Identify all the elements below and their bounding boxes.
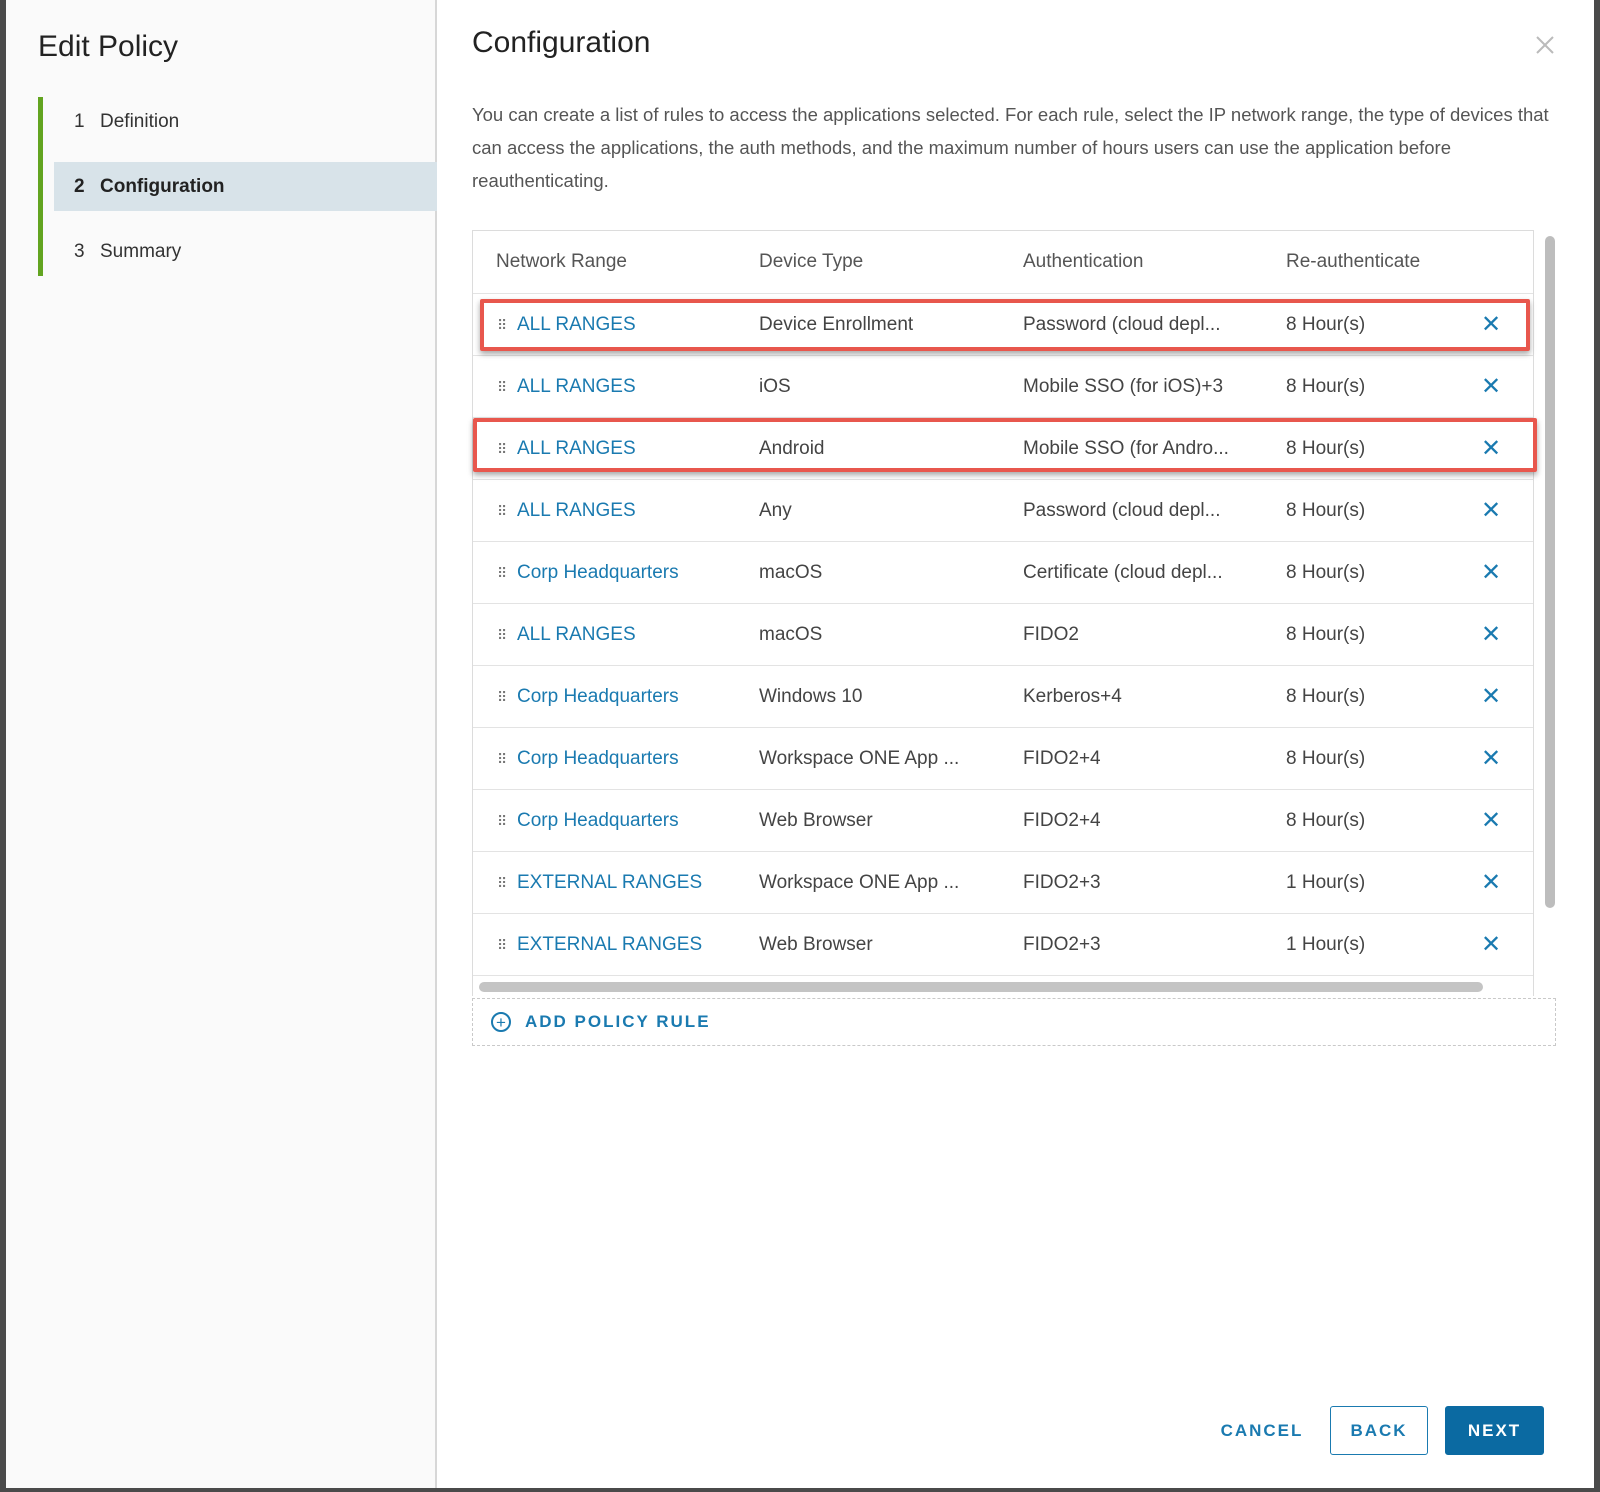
wizard-steps: 1 Definition 2 Configuration 3 Summary	[38, 97, 437, 276]
reauthenticate-cell: 8 Hour(s)	[1286, 624, 1366, 645]
network-range-link[interactable]: ALL RANGES	[517, 356, 636, 418]
next-button[interactable]: NEXT	[1445, 1406, 1544, 1455]
device-type-cell: Windows 10	[759, 686, 863, 707]
device-type-cell: macOS	[759, 624, 823, 645]
table-row: ⠿ Corp Headquarters Web Browser FIDO2+4 8 Ho…	[473, 790, 1533, 852]
drag-handle-icon[interactable]: ⠿	[497, 480, 507, 542]
step-number: 2	[74, 175, 85, 197]
drag-handle-icon[interactable]: ⠿	[497, 666, 507, 728]
header-device-type: Device Type	[759, 251, 864, 272]
authentication-cell: Password (cloud depl...	[1023, 500, 1221, 521]
table-header: Network Range Device Type Authentication…	[473, 231, 1533, 294]
reauthenticate-cell: 8 Hour(s)	[1286, 748, 1366, 769]
page-title: Configuration	[472, 26, 651, 59]
delete-rule-icon[interactable]: ✕	[1481, 356, 1501, 418]
step-label: Summary	[100, 240, 182, 262]
delete-rule-icon[interactable]: ✕	[1481, 852, 1501, 914]
horizontal-scrollbar[interactable]	[479, 982, 1483, 992]
network-range-link[interactable]: Corp Headquarters	[517, 542, 679, 604]
reauthenticate-cell: 8 Hour(s)	[1286, 376, 1366, 397]
delete-rule-icon[interactable]: ✕	[1481, 604, 1501, 666]
authentication-cell: FIDO2+4	[1023, 810, 1101, 831]
network-range-link[interactable]: ALL RANGES	[517, 480, 636, 542]
step-summary[interactable]: 3 Summary	[54, 227, 437, 276]
wizard-sidebar: Edit Policy 1 Definition 2 Configuration…	[6, 0, 437, 1488]
plus-circle-icon: +	[491, 1012, 511, 1032]
table-row: ⠿ ALL RANGES macOS FIDO2 8 Hour(s) ✕	[473, 604, 1533, 666]
step-number: 3	[74, 240, 85, 262]
authentication-cell: FIDO2+3	[1023, 872, 1101, 893]
main-panel: Configuration You can create a list of r…	[437, 0, 1594, 1488]
device-type-cell: Workspace ONE App ...	[759, 748, 960, 769]
reauthenticate-cell: 1 Hour(s)	[1286, 872, 1366, 893]
table-row: ⠿ EXTERNAL RANGES Workspace ONE App ... FID…	[473, 852, 1533, 914]
delete-rule-icon[interactable]: ✕	[1481, 666, 1501, 728]
network-range-link[interactable]: EXTERNAL RANGES	[517, 914, 702, 976]
step-label: Configuration	[100, 175, 225, 197]
drag-handle-icon[interactable]: ⠿	[497, 604, 507, 666]
add-policy-rule-button[interactable]: + ADD POLICY RULE	[472, 998, 1556, 1046]
step-label: Definition	[100, 110, 180, 132]
cancel-button[interactable]: CANCEL	[1207, 1406, 1317, 1455]
device-type-cell: Any	[759, 500, 792, 521]
device-type-cell: Workspace ONE App ...	[759, 872, 960, 893]
delete-rule-icon[interactable]: ✕	[1481, 790, 1501, 852]
drag-handle-icon[interactable]: ⠿	[497, 356, 507, 418]
drag-handle-icon[interactable]: ⠿	[497, 852, 507, 914]
drag-handle-icon[interactable]: ⠿	[497, 914, 507, 976]
authentication-cell: FIDO2+4	[1023, 748, 1101, 769]
device-type-cell: macOS	[759, 562, 823, 583]
authentication-cell: Mobile SSO (for iOS)+3	[1023, 376, 1224, 397]
device-type-cell: Web Browser	[759, 934, 873, 955]
authentication-cell: FIDO2+3	[1023, 934, 1101, 955]
table-row: ⠿ Corp Headquarters Windows 10 Kerberos+4 8 …	[473, 666, 1533, 728]
device-type-cell: Web Browser	[759, 810, 873, 831]
highlight-box-device-enrollment	[480, 299, 1530, 351]
table-row: ⠿ ALL RANGES Any Password (cloud depl... 8 H…	[473, 480, 1533, 542]
network-range-link[interactable]: EXTERNAL RANGES	[517, 852, 702, 914]
drag-handle-icon[interactable]: ⠿	[497, 542, 507, 604]
drag-handle-icon[interactable]: ⠿	[497, 728, 507, 790]
header-reauthenticate: Re-authenticate	[1286, 251, 1421, 272]
network-range-link[interactable]: Corp Headquarters	[517, 728, 679, 790]
table-body: ⠿ ALL RANGES Device Enrollment Password (cl…	[473, 294, 1533, 976]
delete-rule-icon[interactable]: ✕	[1481, 480, 1501, 542]
reauthenticate-cell: 1 Hour(s)	[1286, 934, 1366, 955]
close-icon[interactable]	[1532, 34, 1558, 60]
header-authentication: Authentication	[1023, 251, 1144, 272]
step-configuration[interactable]: 2 Configuration	[54, 162, 437, 211]
delete-rule-icon[interactable]: ✕	[1481, 542, 1501, 604]
authentication-cell: FIDO2	[1023, 624, 1079, 645]
authentication-cell: Certificate (cloud depl...	[1023, 562, 1223, 583]
delete-rule-icon[interactable]: ✕	[1481, 914, 1501, 976]
vertical-scrollbar[interactable]	[1545, 236, 1555, 908]
network-range-link[interactable]: Corp Headquarters	[517, 666, 679, 728]
reauthenticate-cell: 8 Hour(s)	[1286, 562, 1366, 583]
edit-policy-modal: Edit Policy 1 Definition 2 Configuration…	[6, 0, 1594, 1488]
step-definition[interactable]: 1 Definition	[54, 97, 437, 146]
network-range-link[interactable]: Corp Headquarters	[517, 790, 679, 852]
close-icon-svg	[1536, 36, 1554, 54]
reauthenticate-cell: 8 Hour(s)	[1286, 500, 1366, 521]
table-row: ⠿ ALL RANGES iOS Mobile SSO (for iOS)+3 8 Ho…	[473, 356, 1533, 418]
sidebar-title: Edit Policy	[38, 30, 179, 63]
authentication-cell: Kerberos+4	[1023, 686, 1122, 707]
table-row: ⠿ EXTERNAL RANGES Web Browser FIDO2+3 1 Hour…	[473, 914, 1533, 976]
reauthenticate-cell: 8 Hour(s)	[1286, 686, 1366, 707]
back-button[interactable]: BACK	[1330, 1406, 1428, 1455]
add-policy-rule-label: ADD POLICY RULE	[525, 1012, 711, 1031]
network-range-link[interactable]: ALL RANGES	[517, 604, 636, 666]
delete-rule-icon[interactable]: ✕	[1481, 728, 1501, 790]
highlight-box-android	[473, 418, 1537, 472]
table-row: ⠿ Corp Headquarters Workspace ONE App ... F…	[473, 728, 1533, 790]
reauthenticate-cell: 8 Hour(s)	[1286, 810, 1366, 831]
step-number: 1	[74, 110, 85, 132]
header-network-range: Network Range	[496, 251, 627, 272]
table-row: ⠿ Corp Headquarters macOS Certificate (clou…	[473, 542, 1533, 604]
page-description: You can create a list of rules to access…	[472, 104, 1549, 191]
drag-handle-icon[interactable]: ⠿	[497, 790, 507, 852]
device-type-cell: iOS	[759, 376, 791, 397]
